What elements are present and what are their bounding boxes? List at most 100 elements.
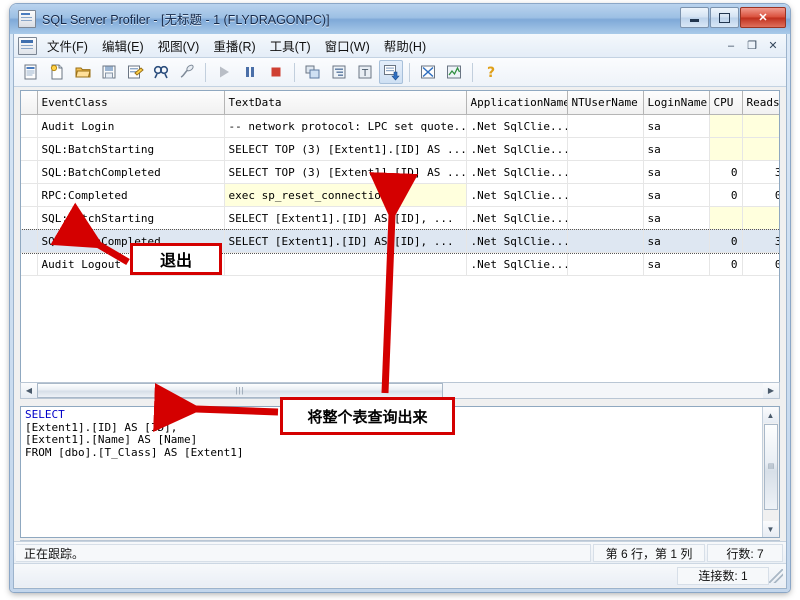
close-button[interactable]: ✕ bbox=[740, 7, 786, 28]
cell-textdata: exec sp_reset_connection bbox=[224, 183, 467, 207]
sql-editor-icon[interactable] bbox=[416, 60, 440, 84]
main-window: SQL Server Profiler - [无标题 - 1 (FLYDRAGO… bbox=[10, 4, 790, 592]
table-row[interactable]: SQL:BatchStarting SELECT TOP (3) [Extent1… bbox=[21, 137, 779, 161]
cell-applicationname: .Net SqlClie... bbox=[466, 114, 568, 138]
cell-loginname: sa bbox=[643, 229, 710, 253]
new-trace-icon[interactable] bbox=[19, 60, 43, 84]
table-row[interactable]: SQL:BatchCompleted SELECT TOP (3) [Extent… bbox=[21, 160, 779, 184]
cell-reads bbox=[742, 206, 779, 230]
cell-reads bbox=[742, 114, 779, 138]
cell-loginname: sa bbox=[643, 206, 710, 230]
title-bar[interactable]: SQL Server Profiler - [无标题 - 1 (FLYDRAGO… bbox=[10, 4, 790, 34]
resize-grip-icon[interactable] bbox=[769, 568, 783, 583]
grid-hscroll-track[interactable]: ||| bbox=[37, 383, 763, 398]
cell-textdata: SELECT TOP (3) [Extent1].[ID] AS ... bbox=[224, 137, 467, 161]
window-controls: ✕ bbox=[680, 7, 786, 28]
autoscroll-icon[interactable] bbox=[379, 60, 403, 84]
row-handle bbox=[21, 114, 38, 138]
cell-eventclass: SQL:BatchStarting bbox=[37, 137, 225, 161]
run-trace-icon[interactable] bbox=[212, 60, 236, 84]
cell-loginname: sa bbox=[643, 137, 710, 161]
cell-reads: 0 bbox=[742, 252, 779, 276]
cell-ntusername bbox=[567, 137, 644, 161]
maximize-button[interactable] bbox=[710, 7, 739, 28]
minimize-button[interactable] bbox=[680, 7, 709, 28]
cell-ntusername bbox=[567, 183, 644, 207]
open-trace-icon[interactable] bbox=[71, 60, 95, 84]
status-bar-secondary: 连接数: 1 bbox=[14, 563, 786, 587]
cell-loginname: sa bbox=[643, 114, 710, 138]
clear-trace-icon[interactable] bbox=[175, 60, 199, 84]
column-header-eventclass[interactable]: EventClass bbox=[37, 91, 225, 115]
cell-loginname: sa bbox=[643, 160, 710, 184]
save-trace-icon[interactable] bbox=[97, 60, 121, 84]
profiler-icon bbox=[18, 9, 36, 28]
cell-eventclass: SQL:BatchStarting bbox=[37, 206, 225, 230]
scroll-down-icon[interactable]: ▼ bbox=[763, 521, 778, 537]
cell-applicationname: .Net SqlClie... bbox=[466, 229, 568, 253]
sql-vscroll-thumb[interactable]: ▤ bbox=[764, 424, 778, 510]
new-template-icon[interactable] bbox=[45, 60, 69, 84]
row-handle-header bbox=[21, 91, 38, 115]
table-row[interactable]: RPC:Completed exec sp_reset_connection .Ne… bbox=[21, 183, 779, 207]
menu-item-help[interactable]: 帮助(H) bbox=[377, 34, 433, 57]
toolbar-separator-4 bbox=[472, 62, 473, 82]
cell-applicationname: .Net SqlClie... bbox=[466, 206, 568, 230]
column-header-reads[interactable]: Reads bbox=[742, 91, 779, 115]
cell-applicationname: .Net SqlClie... bbox=[466, 183, 568, 207]
column-header-textdata[interactable]: TextData bbox=[224, 91, 467, 115]
cell-reads: 3 bbox=[742, 229, 779, 253]
mdi-restore-button[interactable]: ❐ bbox=[742, 36, 762, 55]
cell-textdata bbox=[224, 252, 467, 276]
status-bar: 正在跟踪。 第 6 行，第 1 列 行数: 7 bbox=[14, 541, 786, 564]
cell-loginname: sa bbox=[643, 183, 710, 207]
cell-ntusername bbox=[567, 206, 644, 230]
svg-text:?: ? bbox=[487, 65, 495, 81]
scroll-left-icon[interactable]: ◀ bbox=[21, 383, 37, 398]
performance-icon[interactable] bbox=[442, 60, 466, 84]
grip-icon: ||| bbox=[235, 385, 245, 395]
pause-trace-icon[interactable] bbox=[238, 60, 262, 84]
menu-item-replay[interactable]: 重播(R) bbox=[206, 34, 262, 57]
scroll-up-icon[interactable]: ▲ bbox=[763, 407, 778, 423]
cell-reads: 3 bbox=[742, 160, 779, 184]
sql-vscrollbar[interactable]: ▲ ▤ ▼ bbox=[762, 407, 779, 537]
table-row[interactable]: Audit Login -- network protocol: LPC set … bbox=[21, 114, 779, 138]
help-icon[interactable]: ? bbox=[479, 60, 503, 84]
sql-keyword: SELECT bbox=[25, 408, 65, 421]
maximize-icon bbox=[719, 12, 730, 23]
mdi-minimize-button[interactable]: – bbox=[721, 36, 741, 55]
cell-applicationname: .Net SqlClie... bbox=[466, 137, 568, 161]
column-header-cpu[interactable]: CPU bbox=[709, 91, 743, 115]
cell-loginname: sa bbox=[643, 252, 710, 276]
scroll-right-icon[interactable]: ▶ bbox=[763, 383, 779, 398]
stop-trace-icon[interactable] bbox=[264, 60, 288, 84]
annotation-query: 将整个表查询出来 bbox=[280, 397, 455, 435]
grid-hscroll-thumb[interactable]: ||| bbox=[37, 383, 443, 398]
column-header-ntusername[interactable]: NTUserName bbox=[567, 91, 644, 115]
cell-eventclass: RPC:Completed bbox=[37, 183, 225, 207]
aggregate-view-icon[interactable] bbox=[327, 60, 351, 84]
menu-item-file[interactable]: 文件(F) bbox=[40, 34, 95, 57]
grip-icon: ▤ bbox=[767, 462, 775, 470]
close-icon: ✕ bbox=[758, 12, 768, 24]
trace-properties-icon[interactable] bbox=[123, 60, 147, 84]
screenshot-root: SQL Server Profiler - [无标题 - 1 (FLYDRAGO… bbox=[0, 0, 800, 600]
menu-bar: 文件(F) 编辑(E) 视图(V) 重播(R) 工具(T) 窗口(W) 帮助(H… bbox=[14, 34, 786, 58]
column-header-applicationname[interactable]: ApplicationName bbox=[466, 91, 568, 115]
group-columns-icon[interactable] bbox=[301, 60, 325, 84]
menu-item-tools[interactable]: 工具(T) bbox=[263, 34, 318, 57]
menu-item-edit[interactable]: 编辑(E) bbox=[95, 34, 151, 57]
find-icon[interactable] bbox=[149, 60, 173, 84]
menu-item-window[interactable]: 窗口(W) bbox=[318, 34, 377, 57]
column-header-loginname[interactable]: LoginName bbox=[643, 91, 710, 115]
columns-icon[interactable]: T bbox=[353, 60, 377, 84]
svg-text:T: T bbox=[361, 68, 369, 79]
mdi-close-button[interactable]: ✕ bbox=[763, 36, 783, 55]
cell-cpu bbox=[709, 206, 743, 230]
mdi-window-controls: – ❐ ✕ bbox=[721, 36, 783, 55]
table-row[interactable]: SQL:BatchStarting SELECT [Extent1].[ID] A… bbox=[21, 206, 779, 230]
cell-reads: 0 bbox=[742, 183, 779, 207]
menu-item-view[interactable]: 视图(V) bbox=[151, 34, 207, 57]
cell-reads bbox=[742, 137, 779, 161]
